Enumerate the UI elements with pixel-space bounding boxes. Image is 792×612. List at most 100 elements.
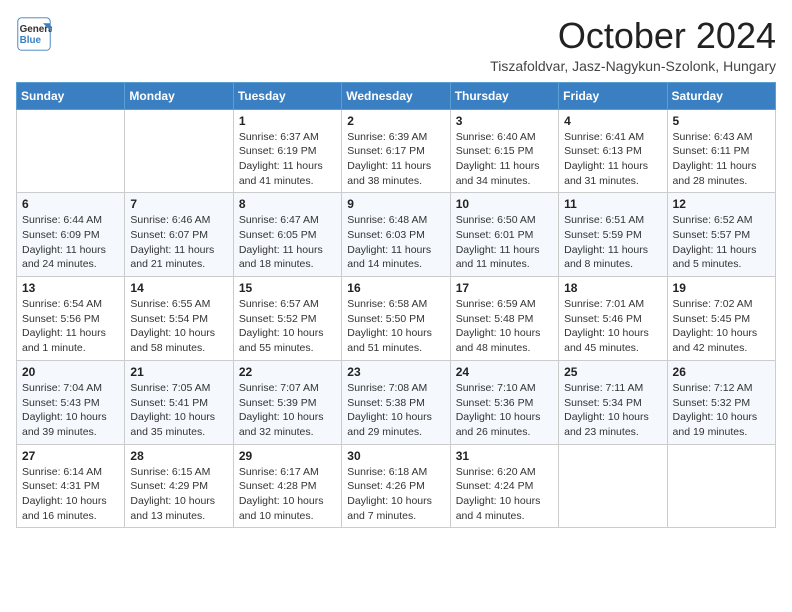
- col-header-monday: Monday: [125, 82, 233, 109]
- calendar-cell: [17, 109, 125, 193]
- day-number: 3: [456, 114, 553, 128]
- day-info: Sunrise: 7:01 AMSunset: 5:46 PMDaylight:…: [564, 297, 661, 356]
- day-info: Sunrise: 6:41 AMSunset: 6:13 PMDaylight:…: [564, 130, 661, 189]
- logo-icon: General Blue: [16, 16, 52, 52]
- day-number: 24: [456, 365, 553, 379]
- page-header: General Blue October 2024 Tiszafoldvar, …: [16, 16, 776, 74]
- calendar-cell: 19 Sunrise: 7:02 AMSunset: 5:45 PMDayligh…: [667, 277, 775, 361]
- day-info: Sunrise: 6:40 AMSunset: 6:15 PMDaylight:…: [456, 130, 553, 189]
- day-info: Sunrise: 6:17 AMSunset: 4:28 PMDaylight:…: [239, 465, 336, 524]
- day-number: 14: [130, 281, 227, 295]
- calendar-week-1: 1 Sunrise: 6:37 AMSunset: 6:19 PMDaylight…: [17, 109, 776, 193]
- day-info: Sunrise: 7:11 AMSunset: 5:34 PMDaylight:…: [564, 381, 661, 440]
- month-title: October 2024: [490, 16, 776, 56]
- calendar-cell: 3 Sunrise: 6:40 AMSunset: 6:15 PMDaylight…: [450, 109, 558, 193]
- calendar-cell: 1 Sunrise: 6:37 AMSunset: 6:19 PMDaylight…: [233, 109, 341, 193]
- day-number: 10: [456, 197, 553, 211]
- svg-text:Blue: Blue: [20, 35, 42, 46]
- calendar-cell: 22 Sunrise: 7:07 AMSunset: 5:39 PMDayligh…: [233, 360, 341, 444]
- calendar-cell: [559, 444, 667, 528]
- calendar-cell: [667, 444, 775, 528]
- calendar-week-4: 20Sunrise: 7:04 AMSunset: 5:43 PMDayligh…: [17, 360, 776, 444]
- calendar-cell: 16 Sunrise: 6:58 AMSunset: 5:50 PMDayligh…: [342, 277, 450, 361]
- day-info: Sunrise: 6:52 AMSunset: 5:57 PMDaylight:…: [673, 213, 770, 272]
- location-subtitle: Tiszafoldvar, Jasz-Nagykun-Szolonk, Hung…: [490, 58, 776, 74]
- calendar-cell: 21 Sunrise: 7:05 AMSunset: 5:41 PMDayligh…: [125, 360, 233, 444]
- calendar-cell: 12 Sunrise: 6:52 AMSunset: 5:57 PMDayligh…: [667, 193, 775, 277]
- calendar-week-2: 6Sunrise: 6:44 AMSunset: 6:09 PMDaylight…: [17, 193, 776, 277]
- day-info: Sunrise: 6:43 AMSunset: 6:11 PMDaylight:…: [673, 130, 770, 189]
- day-number: 23: [347, 365, 444, 379]
- calendar-cell: 15 Sunrise: 6:57 AMSunset: 5:52 PMDayligh…: [233, 277, 341, 361]
- day-info: Sunrise: 7:05 AMSunset: 5:41 PMDaylight:…: [130, 381, 227, 440]
- day-info: Sunrise: 6:58 AMSunset: 5:50 PMDaylight:…: [347, 297, 444, 356]
- col-header-saturday: Saturday: [667, 82, 775, 109]
- day-info: Sunrise: 6:48 AMSunset: 6:03 PMDaylight:…: [347, 213, 444, 272]
- calendar-cell: 6Sunrise: 6:44 AMSunset: 6:09 PMDaylight…: [17, 193, 125, 277]
- calendar-week-3: 13Sunrise: 6:54 AMSunset: 5:56 PMDayligh…: [17, 277, 776, 361]
- day-number: 9: [347, 197, 444, 211]
- calendar-cell: 4Sunrise: 6:41 AMSunset: 6:13 PMDaylight…: [559, 109, 667, 193]
- day-number: 15: [239, 281, 336, 295]
- day-info: Sunrise: 6:47 AMSunset: 6:05 PMDaylight:…: [239, 213, 336, 272]
- day-number: 12: [673, 197, 770, 211]
- calendar-cell: 27Sunrise: 6:14 AMSunset: 4:31 PMDayligh…: [17, 444, 125, 528]
- day-info: Sunrise: 7:02 AMSunset: 5:45 PMDaylight:…: [673, 297, 770, 356]
- day-number: 1: [239, 114, 336, 128]
- calendar-cell: 8 Sunrise: 6:47 AMSunset: 6:05 PMDaylight…: [233, 193, 341, 277]
- day-info: Sunrise: 6:37 AMSunset: 6:19 PMDaylight:…: [239, 130, 336, 189]
- day-number: 25: [564, 365, 661, 379]
- day-number: 11: [564, 197, 661, 211]
- calendar-table: SundayMondayTuesdayWednesdayThursdayFrid…: [16, 82, 776, 529]
- day-number: 31: [456, 449, 553, 463]
- calendar-cell: 10 Sunrise: 6:50 AMSunset: 6:01 PMDayligh…: [450, 193, 558, 277]
- day-number: 18: [564, 281, 661, 295]
- col-header-friday: Friday: [559, 82, 667, 109]
- day-info: Sunrise: 6:55 AMSunset: 5:54 PMDaylight:…: [130, 297, 227, 356]
- col-header-tuesday: Tuesday: [233, 82, 341, 109]
- col-header-sunday: Sunday: [17, 82, 125, 109]
- calendar-cell: 18 Sunrise: 7:01 AMSunset: 5:46 PMDayligh…: [559, 277, 667, 361]
- day-number: 5: [673, 114, 770, 128]
- calendar-cell: 11Sunrise: 6:51 AMSunset: 5:59 PMDayligh…: [559, 193, 667, 277]
- calendar-cell: 14 Sunrise: 6:55 AMSunset: 5:54 PMDayligh…: [125, 277, 233, 361]
- calendar-header-row: SundayMondayTuesdayWednesdayThursdayFrid…: [17, 82, 776, 109]
- calendar-cell: 13Sunrise: 6:54 AMSunset: 5:56 PMDayligh…: [17, 277, 125, 361]
- calendar-cell: 30 Sunrise: 6:18 AMSunset: 4:26 PMDayligh…: [342, 444, 450, 528]
- col-header-thursday: Thursday: [450, 82, 558, 109]
- calendar-cell: 2Sunrise: 6:39 AMSunset: 6:17 PMDaylight…: [342, 109, 450, 193]
- title-block: October 2024 Tiszafoldvar, Jasz-Nagykun-…: [490, 16, 776, 74]
- day-info: Sunrise: 7:08 AMSunset: 5:38 PMDaylight:…: [347, 381, 444, 440]
- day-info: Sunrise: 6:20 AMSunset: 4:24 PMDaylight:…: [456, 465, 553, 524]
- day-number: 8: [239, 197, 336, 211]
- calendar-cell: 9 Sunrise: 6:48 AMSunset: 6:03 PMDaylight…: [342, 193, 450, 277]
- calendar-cell: 23 Sunrise: 7:08 AMSunset: 5:38 PMDayligh…: [342, 360, 450, 444]
- day-number: 19: [673, 281, 770, 295]
- day-info: Sunrise: 6:46 AMSunset: 6:07 PMDaylight:…: [130, 213, 227, 272]
- day-number: 28: [130, 449, 227, 463]
- day-number: 30: [347, 449, 444, 463]
- day-info: Sunrise: 6:18 AMSunset: 4:26 PMDaylight:…: [347, 465, 444, 524]
- day-info: Sunrise: 7:12 AMSunset: 5:32 PMDaylight:…: [673, 381, 770, 440]
- day-info: Sunrise: 6:50 AMSunset: 6:01 PMDaylight:…: [456, 213, 553, 272]
- col-header-wednesday: Wednesday: [342, 82, 450, 109]
- day-info: Sunrise: 6:57 AMSunset: 5:52 PMDaylight:…: [239, 297, 336, 356]
- day-info: Sunrise: 7:10 AMSunset: 5:36 PMDaylight:…: [456, 381, 553, 440]
- calendar-cell: 17Sunrise: 6:59 AMSunset: 5:48 PMDayligh…: [450, 277, 558, 361]
- calendar-cell: 20Sunrise: 7:04 AMSunset: 5:43 PMDayligh…: [17, 360, 125, 444]
- day-info: Sunrise: 6:14 AMSunset: 4:31 PMDaylight:…: [22, 465, 119, 524]
- day-number: 21: [130, 365, 227, 379]
- day-number: 26: [673, 365, 770, 379]
- calendar-cell: 25 Sunrise: 7:11 AMSunset: 5:34 PMDayligh…: [559, 360, 667, 444]
- day-number: 2: [347, 114, 444, 128]
- calendar-cell: 28 Sunrise: 6:15 AMSunset: 4:29 PMDayligh…: [125, 444, 233, 528]
- day-info: Sunrise: 7:04 AMSunset: 5:43 PMDaylight:…: [22, 381, 119, 440]
- day-number: 7: [130, 197, 227, 211]
- day-number: 16: [347, 281, 444, 295]
- day-number: 13: [22, 281, 119, 295]
- day-info: Sunrise: 6:15 AMSunset: 4:29 PMDaylight:…: [130, 465, 227, 524]
- calendar-cell: 24 Sunrise: 7:10 AMSunset: 5:36 PMDayligh…: [450, 360, 558, 444]
- day-number: 22: [239, 365, 336, 379]
- day-info: Sunrise: 7:07 AMSunset: 5:39 PMDaylight:…: [239, 381, 336, 440]
- day-info: Sunrise: 6:44 AMSunset: 6:09 PMDaylight:…: [22, 213, 119, 272]
